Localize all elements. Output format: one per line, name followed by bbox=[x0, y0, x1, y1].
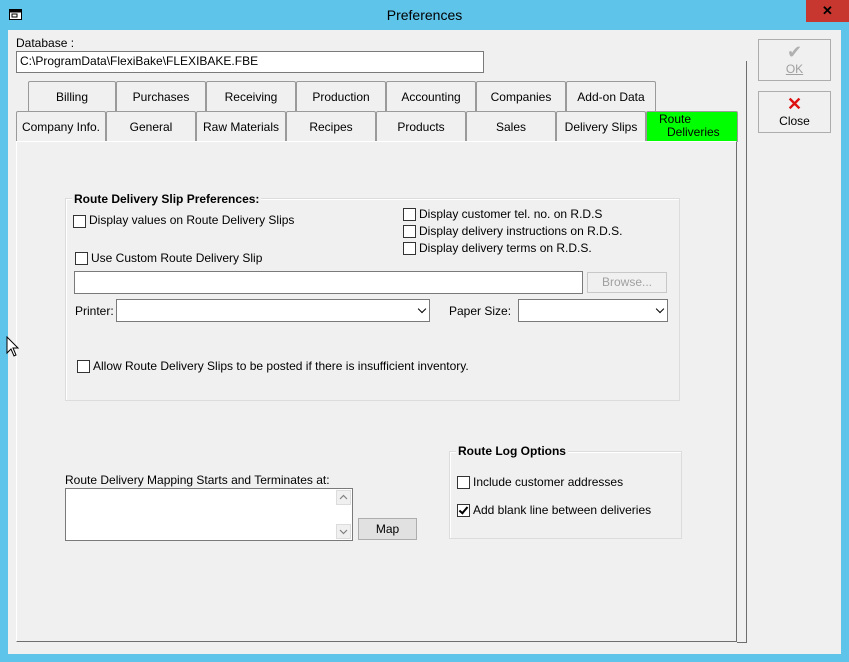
preferences-window: Preferences ✕ Database : C:\ProgramData\… bbox=[0, 0, 849, 662]
include-addresses-label: Include customer addresses bbox=[473, 475, 624, 489]
display-instructions-checkbox[interactable] bbox=[403, 225, 416, 238]
tab-delivery-slips[interactable]: Delivery Slips bbox=[556, 111, 646, 141]
database-label: Database : bbox=[16, 36, 75, 50]
ok-button-label: OK bbox=[785, 62, 804, 76]
checkmark-icon: ✔ bbox=[786, 42, 803, 62]
custom-slip-path-field[interactable] bbox=[74, 271, 583, 294]
tab-receiving[interactable]: Receiving bbox=[206, 81, 296, 111]
scroll-up-button[interactable] bbox=[336, 490, 351, 505]
display-values-label: Display values on Route Delivery Slips bbox=[89, 213, 295, 227]
route-log-group bbox=[449, 451, 682, 539]
window-title: Preferences bbox=[386, 7, 463, 23]
printer-label: Printer: bbox=[75, 304, 114, 318]
printer-select[interactable] bbox=[116, 299, 430, 322]
slip-preferences-title: Route Delivery Slip Preferences: bbox=[72, 192, 262, 206]
tab-stack-edge bbox=[737, 61, 747, 643]
mouse-cursor-icon bbox=[6, 336, 20, 357]
tab-route-deliveries[interactable]: Route Deliveries bbox=[646, 111, 738, 142]
ok-button[interactable]: ✔ OK bbox=[758, 39, 831, 81]
paper-size-select[interactable] bbox=[518, 299, 668, 322]
route-deliveries-page: Route Delivery Slip Preferences: Display… bbox=[16, 141, 737, 642]
close-button-label: Close bbox=[779, 114, 810, 128]
database-path-field[interactable]: C:\ProgramData\FlexiBake\FLEXIBAKE.FBE bbox=[16, 51, 484, 73]
display-instructions-label: Display delivery instructions on R.D.S. bbox=[419, 224, 623, 238]
allow-post-checkbox[interactable] bbox=[77, 360, 90, 373]
include-addresses-checkbox[interactable] bbox=[457, 476, 470, 489]
use-custom-slip-checkbox[interactable] bbox=[75, 252, 88, 265]
tab-purchases[interactable]: Purchases bbox=[116, 81, 206, 111]
close-button[interactable]: ✕ Close bbox=[758, 91, 831, 133]
tab-raw-materials[interactable]: Raw Materials bbox=[196, 111, 286, 141]
blank-line-checkbox[interactable] bbox=[457, 504, 470, 517]
tab-products[interactable]: Products bbox=[376, 111, 466, 141]
red-x-icon: ✕ bbox=[786, 94, 803, 114]
title-bar: Preferences ✕ bbox=[0, 0, 849, 30]
mapping-textarea[interactable] bbox=[65, 488, 353, 541]
display-values-checkbox[interactable] bbox=[73, 215, 86, 228]
mapping-label: Route Delivery Mapping Starts and Termin… bbox=[65, 473, 330, 487]
browse-button[interactable]: Browse... bbox=[587, 272, 667, 293]
tab-billing[interactable]: Billing bbox=[28, 81, 116, 111]
scroll-down-button[interactable] bbox=[336, 524, 351, 539]
close-icon: ✕ bbox=[822, 3, 833, 18]
tab-accounting[interactable]: Accounting bbox=[386, 81, 476, 111]
display-tel-checkbox[interactable] bbox=[403, 208, 416, 221]
chevron-down-icon bbox=[655, 304, 665, 314]
display-terms-label: Display delivery terms on R.D.S. bbox=[419, 241, 592, 255]
dialog-client-area: Database : C:\ProgramData\FlexiBake\FLEX… bbox=[8, 30, 841, 654]
tab-recipes[interactable]: Recipes bbox=[286, 111, 376, 141]
tab-add-on-data[interactable]: Add-on Data bbox=[566, 81, 656, 111]
map-button[interactable]: Map bbox=[358, 518, 417, 540]
display-terms-checkbox[interactable] bbox=[403, 242, 416, 255]
chevron-up-icon bbox=[339, 494, 348, 500]
tab-production[interactable]: Production bbox=[296, 81, 386, 111]
tab-route-deliveries-line2: Deliveries bbox=[667, 125, 720, 139]
chevron-down-icon bbox=[339, 529, 348, 535]
chevron-down-icon bbox=[417, 304, 427, 314]
tab-sales[interactable]: Sales bbox=[466, 111, 556, 141]
blank-line-label: Add blank line between deliveries bbox=[473, 503, 652, 517]
display-tel-label: Display customer tel. no. on R.D.S bbox=[419, 207, 603, 221]
tab-companies[interactable]: Companies bbox=[476, 81, 566, 111]
window-close-button[interactable]: ✕ bbox=[806, 0, 849, 22]
use-custom-slip-label: Use Custom Route Delivery Slip bbox=[91, 251, 263, 265]
tab-company-info[interactable]: Company Info. bbox=[16, 111, 106, 141]
route-log-title: Route Log Options bbox=[456, 444, 568, 458]
allow-post-label: Allow Route Delivery Slips to be posted … bbox=[93, 359, 469, 373]
tab-general[interactable]: General bbox=[106, 111, 196, 141]
paper-size-label: Paper Size: bbox=[449, 304, 512, 318]
